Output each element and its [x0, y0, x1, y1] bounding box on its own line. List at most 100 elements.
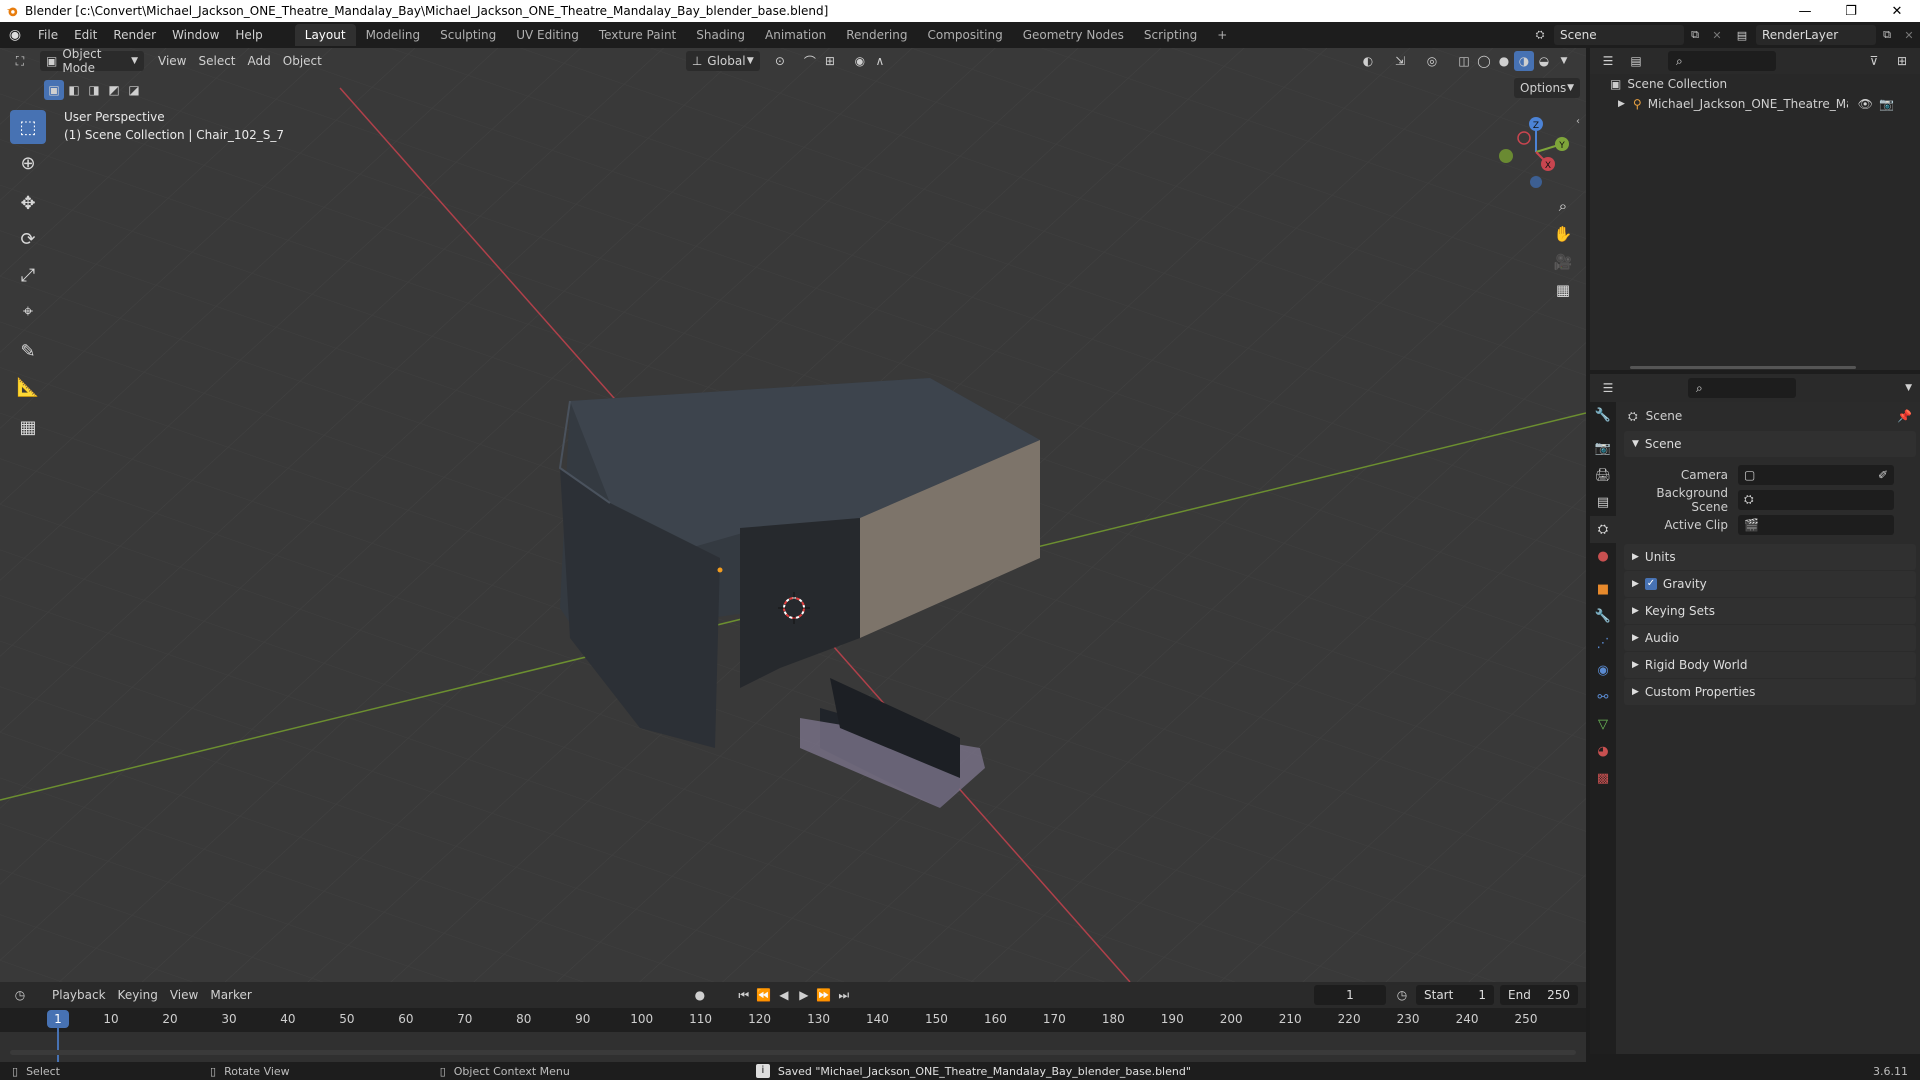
- 3d-viewport[interactable]: [0, 48, 1586, 982]
- tab-uv-editing[interactable]: UV Editing: [506, 24, 589, 46]
- gravity-checkbox[interactable]: ✓: [1644, 578, 1657, 590]
- constraints-tab-icon[interactable]: ⚯: [1590, 684, 1616, 711]
- menu-marker[interactable]: Marker: [204, 985, 257, 1005]
- background-scene-field[interactable]: ⛭: [1738, 489, 1894, 510]
- tab-texture-paint[interactable]: Texture Paint: [589, 24, 686, 46]
- select-invert-icon[interactable]: ◩: [104, 80, 124, 100]
- outliner-row-object[interactable]: ▶ ⚲ Michael_Jackson_ONE_Theatre_Mandalz …: [1590, 94, 1920, 114]
- panel-units[interactable]: ▶ Units: [1624, 544, 1916, 570]
- tab-animation[interactable]: Animation: [755, 24, 836, 46]
- output-tab-icon[interactable]: 🖨: [1590, 462, 1616, 489]
- menu-render[interactable]: Render: [105, 28, 164, 42]
- measure-tool[interactable]: 📐: [10, 370, 46, 404]
- zoom-icon[interactable]: ⌕: [1549, 192, 1577, 220]
- outliner-search-input[interactable]: ⌕: [1668, 51, 1776, 71]
- tab-sculpting[interactable]: Sculpting: [430, 24, 506, 46]
- gizmo-icon[interactable]: ⇲: [1390, 51, 1410, 71]
- move-tool[interactable]: ✥: [10, 186, 46, 220]
- visibility-icon[interactable]: ◐: [1358, 51, 1378, 71]
- menu-object[interactable]: Object: [277, 51, 328, 71]
- cursor-tool[interactable]: ⊕: [10, 146, 46, 180]
- snap-icon[interactable]: ⌒: [800, 51, 820, 71]
- tab-shading[interactable]: Shading: [686, 24, 755, 46]
- camera-view-icon[interactable]: 🎥: [1549, 248, 1577, 276]
- next-keyframe-icon[interactable]: ⏩: [814, 985, 834, 1005]
- preview-range-icon[interactable]: ◷: [1392, 985, 1412, 1005]
- timeline-ruler[interactable]: 1 10 20 30 40 50 60 70 80 90 100 110 120 130 140 150 160…: [0, 1008, 1586, 1064]
- proportional-edit-icon[interactable]: ◉: [850, 51, 870, 71]
- close-button[interactable]: ✕: [1874, 4, 1920, 19]
- display-mode-icon[interactable]: ▤: [1626, 51, 1646, 71]
- tab-modeling[interactable]: Modeling: [356, 24, 431, 46]
- xray-icon[interactable]: ◫: [1454, 51, 1474, 71]
- blender-menu-icon[interactable]: ◉: [0, 27, 30, 43]
- play-icon[interactable]: ▶: [794, 985, 814, 1005]
- scene-tab-icon[interactable]: ⛭: [1590, 516, 1616, 543]
- menu-keying[interactable]: Keying: [112, 985, 164, 1005]
- modifier-tab-icon[interactable]: 🔧: [1590, 603, 1616, 630]
- panel-rigid-body-world[interactable]: ▶ Rigid Body World: [1624, 652, 1916, 678]
- menu-timeline-view[interactable]: View: [164, 985, 204, 1005]
- properties-search-input[interactable]: ⌕: [1688, 378, 1796, 398]
- rotate-tool[interactable]: ⟳: [10, 222, 46, 256]
- menu-view[interactable]: View: [152, 51, 192, 71]
- minimize-button[interactable]: —: [1782, 4, 1828, 19]
- editor-type-icon[interactable]: ⛶: [10, 51, 30, 71]
- material-shading-icon[interactable]: ◑: [1514, 51, 1534, 71]
- panel-gravity[interactable]: ▶ ✓ Gravity: [1624, 571, 1916, 597]
- select-box-tool[interactable]: ⬚: [10, 110, 46, 144]
- expand-arrow-icon[interactable]: ▶: [1618, 99, 1625, 109]
- texture-tab-icon[interactable]: ▩: [1590, 765, 1616, 792]
- scene-selector[interactable]: Scene: [1554, 25, 1684, 45]
- delete-scene-icon[interactable]: ✕: [1706, 29, 1728, 42]
- end-frame-field[interactable]: End 250: [1500, 985, 1578, 1005]
- view-layer-icon[interactable]: ▤: [1728, 29, 1756, 42]
- snap-target-icon[interactable]: ⊞: [820, 51, 840, 71]
- delete-view-layer-icon[interactable]: ✕: [1898, 29, 1920, 42]
- tab-geometry-nodes[interactable]: Geometry Nodes: [1013, 24, 1134, 46]
- shading-options-icon[interactable]: ▼: [1554, 51, 1574, 71]
- render-tab-icon[interactable]: 📷: [1590, 435, 1616, 462]
- view-layer-selector[interactable]: RenderLayer: [1756, 25, 1876, 45]
- select-subtract-icon[interactable]: ◨: [84, 80, 104, 100]
- eyedropper-icon[interactable]: ✐: [1878, 468, 1888, 482]
- transform-tool[interactable]: ⌖: [10, 294, 46, 328]
- current-frame-field[interactable]: 1: [1314, 985, 1386, 1005]
- outliner-row-scene-collection[interactable]: ▣ Scene Collection: [1590, 74, 1920, 94]
- material-tab-icon[interactable]: ◕: [1590, 738, 1616, 765]
- scale-tool[interactable]: ⤢: [10, 258, 46, 292]
- record-icon[interactable]: ●: [690, 985, 710, 1005]
- tab-rendering[interactable]: Rendering: [836, 24, 917, 46]
- rendered-shading-icon[interactable]: ◒: [1534, 51, 1554, 71]
- jump-start-icon[interactable]: ⏮: [734, 985, 754, 1005]
- tab-compositing[interactable]: Compositing: [917, 24, 1012, 46]
- pin-icon[interactable]: 📌: [1897, 409, 1912, 423]
- jump-end-icon[interactable]: ⏭: [834, 985, 854, 1005]
- wireframe-shading-icon[interactable]: ◯: [1474, 51, 1494, 71]
- particles-tab-icon[interactable]: ⋰: [1590, 630, 1616, 657]
- play-reverse-icon[interactable]: ◀: [774, 985, 794, 1005]
- navigation-gizmo[interactable]: Z Y X: [1496, 112, 1576, 192]
- pan-hand-icon[interactable]: ✋: [1549, 220, 1577, 248]
- data-tab-icon[interactable]: ▽: [1590, 711, 1616, 738]
- object-tab-icon[interactable]: ■: [1590, 576, 1616, 603]
- timeline-editor-type-icon[interactable]: ◷: [10, 985, 30, 1005]
- properties-editor-type-icon[interactable]: ☰: [1598, 378, 1618, 398]
- panel-custom-properties[interactable]: ▶ Custom Properties: [1624, 679, 1916, 705]
- menu-add[interactable]: Add: [242, 51, 277, 71]
- world-tab-icon[interactable]: ●: [1590, 543, 1616, 570]
- camera-field[interactable]: ▢ ✐: [1738, 464, 1894, 485]
- solid-shading-icon[interactable]: ●: [1494, 51, 1514, 71]
- chevron-down-icon[interactable]: ▼: [1905, 383, 1912, 393]
- transform-orientation-selector[interactable]: ⊥ Global ▼: [685, 51, 760, 71]
- new-scene-icon[interactable]: ⧉: [1684, 28, 1706, 42]
- scene-selector-icon[interactable]: ⛭: [1526, 28, 1554, 42]
- falloff-icon[interactable]: ∧: [870, 51, 890, 71]
- new-view-layer-icon[interactable]: ⧉: [1876, 28, 1898, 42]
- sidebar-toggle-icon[interactable]: ‹: [1576, 116, 1580, 127]
- new-collection-icon[interactable]: ⊞: [1892, 51, 1912, 71]
- menu-select[interactable]: Select: [192, 51, 241, 71]
- tab-scripting[interactable]: Scripting: [1134, 24, 1207, 46]
- panel-audio[interactable]: ▶ Audio: [1624, 625, 1916, 651]
- maximize-button[interactable]: ❐: [1828, 4, 1874, 19]
